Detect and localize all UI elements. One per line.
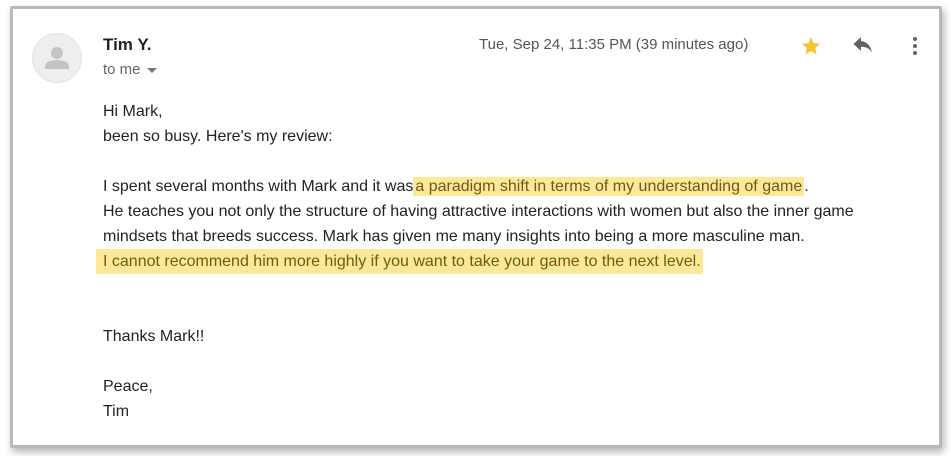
signoff-line: Peace,: [103, 378, 153, 395]
recipient-label: to me: [103, 61, 141, 78]
body-line: I spent several months with Mark and it …: [103, 174, 933, 199]
star-button[interactable]: [798, 33, 824, 59]
reply-button[interactable]: [850, 33, 876, 59]
email-body: Hi Mark, been so busy. Here's my review:…: [96, 99, 933, 424]
more-vert-icon: [913, 37, 917, 55]
reply-icon: [853, 37, 872, 53]
sender-name[interactable]: Tim Y.: [103, 35, 152, 55]
body-line: I cannot recommend him more highly if yo…: [96, 249, 933, 274]
email-timestamp: Tue, Sep 24, 11:35 PM (39 minutes ago): [479, 36, 749, 53]
highlighted-text: a paradigm shift in terms of my understa…: [413, 177, 805, 196]
body-line: mindsets that breeds success. Mark has g…: [103, 228, 805, 245]
greeting-line: Hi Mark,: [103, 103, 163, 120]
body-text: I spent several months with Mark and it …: [103, 178, 414, 195]
thanks-line: Thanks Mark!!: [103, 328, 205, 345]
more-options-button[interactable]: [902, 33, 928, 59]
body-text: .: [804, 178, 809, 195]
person-icon: [45, 47, 69, 69]
sender-avatar[interactable]: [32, 33, 82, 83]
highlighted-text: I cannot recommend him more highly if yo…: [96, 249, 703, 274]
chevron-down-icon: [146, 68, 157, 73]
email-card: Tim Y. to me Tue, Sep 24, 11:35 PM (39 m…: [10, 6, 942, 448]
star-icon: [802, 37, 820, 55]
body-line: He teaches you not only the structure of…: [103, 203, 854, 220]
signature-line: Tim: [103, 403, 130, 420]
body-line: been so busy. Here's my review:: [103, 128, 333, 145]
recipient-toggle[interactable]: to me: [103, 61, 157, 78]
